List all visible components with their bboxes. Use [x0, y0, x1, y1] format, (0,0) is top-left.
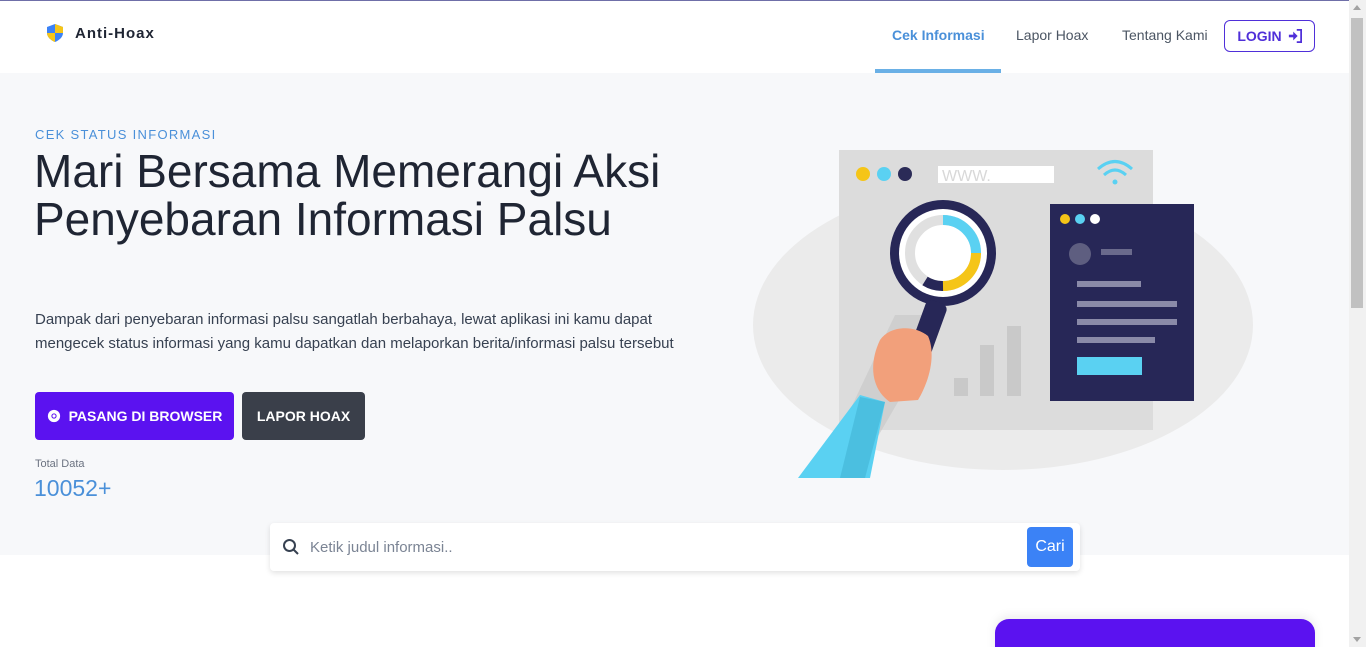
- scroll-down-arrow-icon[interactable]: [1353, 637, 1361, 642]
- window-dot-yellow: [856, 167, 870, 181]
- panel-dot-white: [1090, 214, 1100, 224]
- scroll-thumb[interactable]: [1351, 18, 1363, 308]
- panel-button: [1077, 357, 1142, 375]
- login-label: LOGIN: [1237, 28, 1282, 44]
- search-bar: Cari: [270, 523, 1080, 571]
- panel-name-line: [1101, 249, 1132, 255]
- report-hoax-label: LAPOR HOAX: [256, 408, 351, 424]
- panel-avatar: [1069, 243, 1091, 265]
- bar-2: [980, 345, 994, 396]
- hero-illustration: WWW.: [753, 150, 1253, 478]
- bar-1: [954, 378, 968, 396]
- bar-3: [1007, 326, 1021, 396]
- install-browser-button[interactable]: PASANG DI BROWSER: [35, 392, 234, 440]
- url-bar-text: WWW.: [942, 168, 991, 185]
- total-data-value: 10052+: [34, 475, 112, 501]
- panel-line-3: [1077, 319, 1177, 325]
- search-icon: [283, 539, 299, 555]
- panel-line-1: [1077, 281, 1141, 287]
- navbar: Anti-Hoax Cek Informasi Lapor Hoax Tenta…: [0, 1, 1349, 73]
- panel-dot-yellow: [1060, 214, 1070, 224]
- scrollbar[interactable]: [1349, 0, 1366, 647]
- login-button[interactable]: LOGIN: [1224, 20, 1315, 52]
- window-dot-dark: [898, 167, 912, 181]
- brand[interactable]: Anti-Hoax: [45, 23, 155, 43]
- hero-headline: Mari Bersama Memerangi Aksi Penyebaran I…: [34, 145, 661, 245]
- shield-icon: [47, 24, 63, 42]
- install-browser-label: PASANG DI BROWSER: [68, 408, 223, 424]
- report-hoax-button[interactable]: LAPOR HOAX: [242, 392, 365, 440]
- brand-name: Anti-Hoax: [75, 24, 155, 42]
- panel-line-4: [1077, 337, 1155, 343]
- chrome-icon: [47, 409, 60, 423]
- total-data-label: Total Data: [35, 458, 85, 470]
- ring-segment-dark: [922, 276, 944, 291]
- search-button[interactable]: Cari: [1027, 527, 1073, 567]
- nav-tentang-kami[interactable]: Tentang Kami: [1122, 27, 1208, 43]
- scroll-up-arrow-icon[interactable]: [1353, 5, 1361, 10]
- sign-in-icon: [1288, 29, 1302, 43]
- window-dot-blue: [877, 167, 891, 181]
- panel-dot-blue: [1075, 214, 1085, 224]
- floating-card: [995, 619, 1315, 647]
- panel-line-2: [1077, 301, 1177, 307]
- hero-eyebrow: CEK STATUS INFORMASI: [35, 127, 217, 142]
- nav-cek-informasi[interactable]: Cek Informasi: [892, 27, 985, 43]
- search-input[interactable]: [310, 529, 1010, 565]
- hero-description: Dampak dari penyebaran informasi palsu s…: [35, 311, 674, 352]
- nav-lapor-hoax[interactable]: Lapor Hoax: [1016, 27, 1088, 43]
